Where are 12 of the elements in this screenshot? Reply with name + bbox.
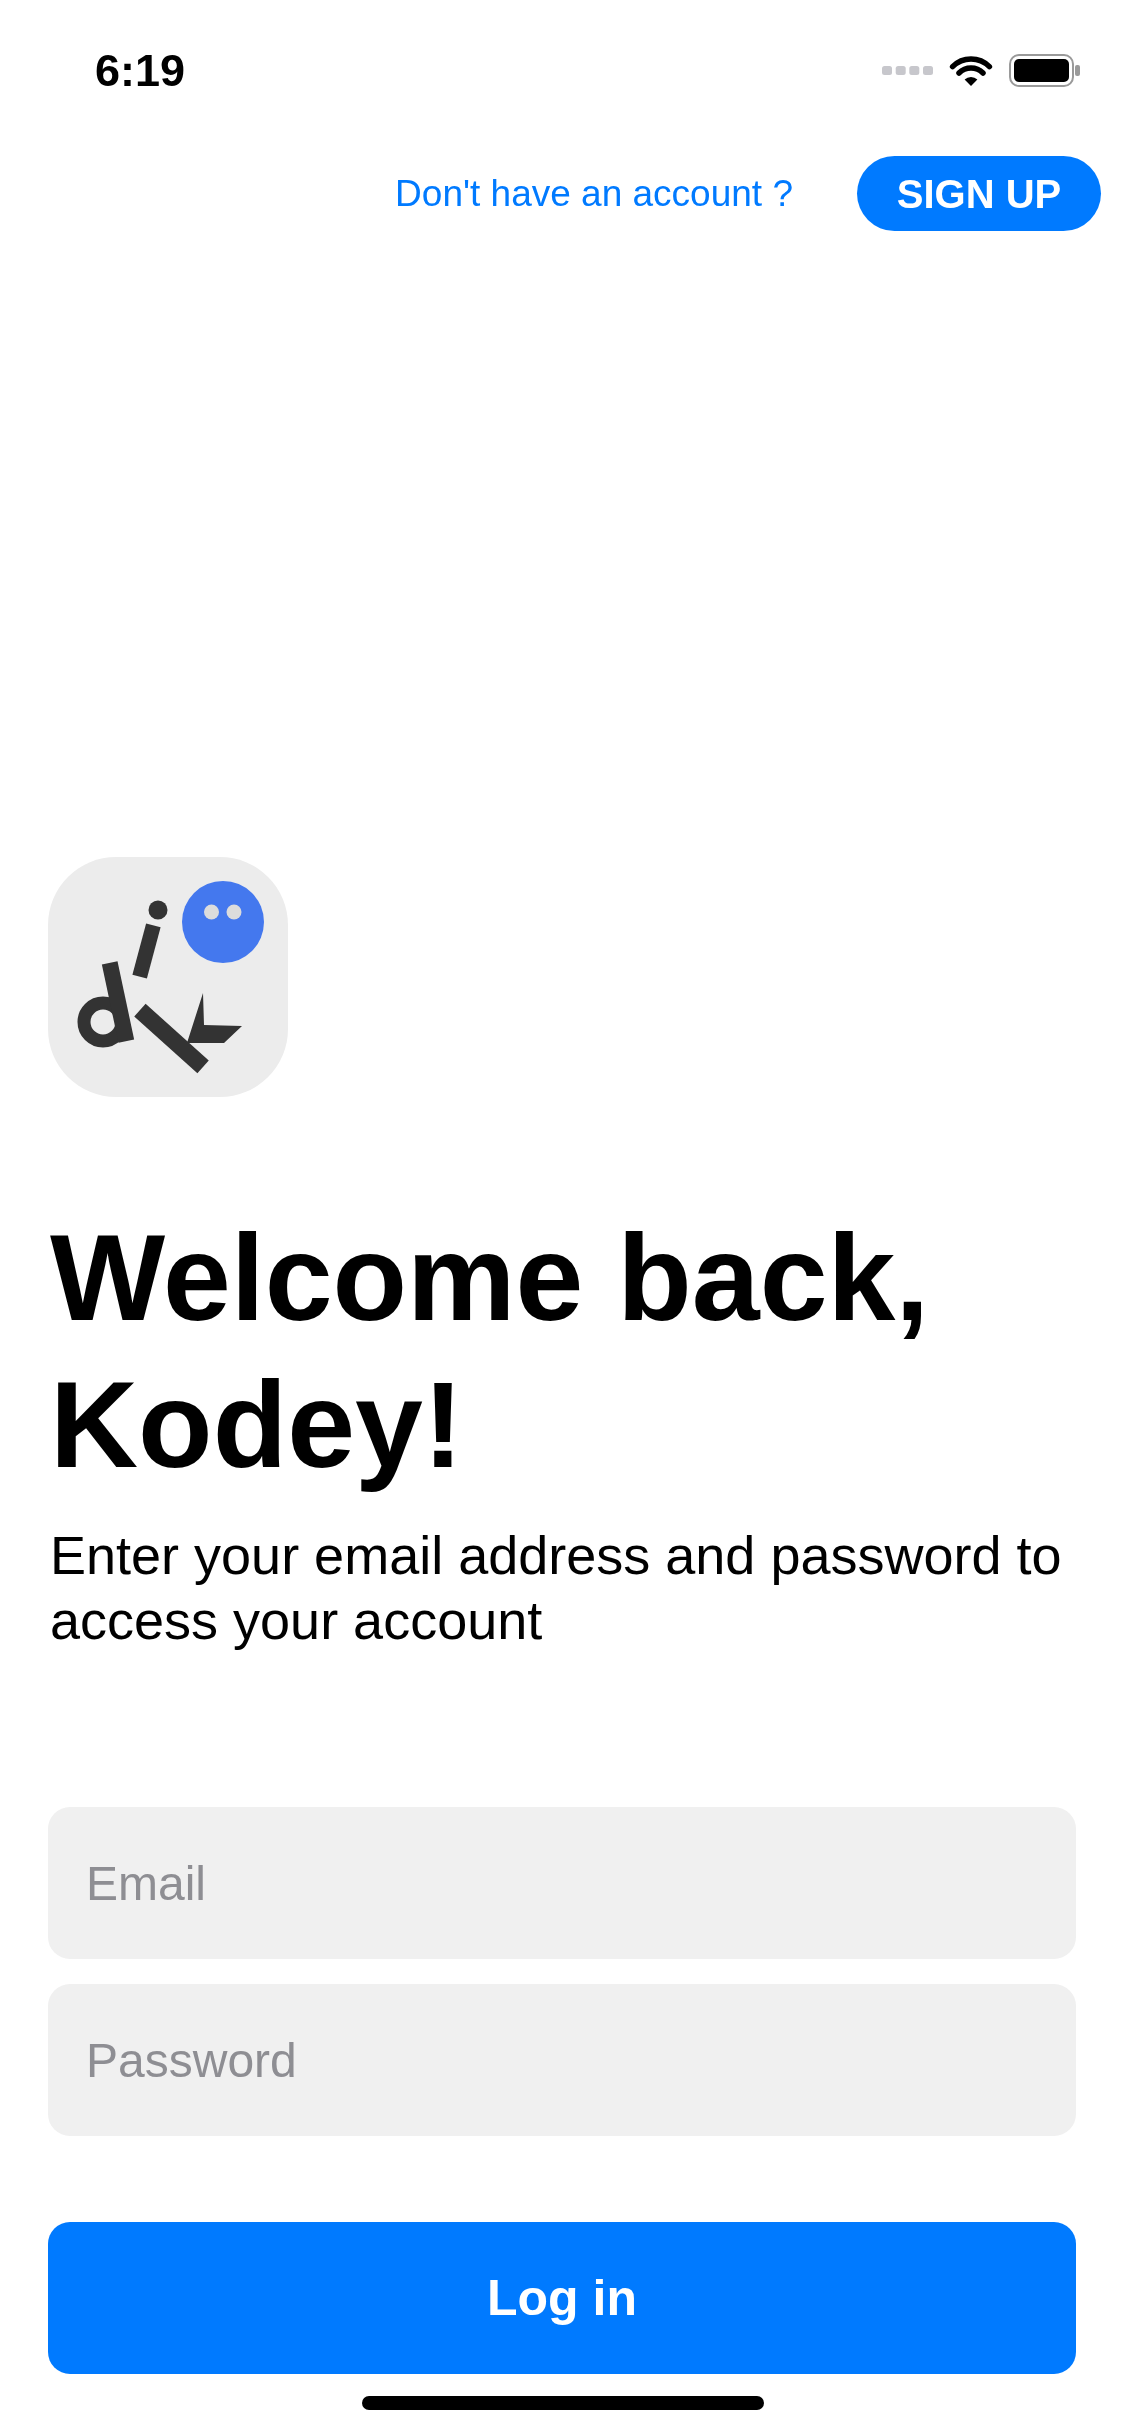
welcome-subtitle: Enter your email address and password to access your account — [50, 1524, 1063, 1652]
signal-icon — [882, 65, 933, 75]
signup-prompt: Don't have an account ? — [395, 175, 793, 212]
input-field[interactable]: Password — [48, 1984, 1076, 2136]
wifi-icon — [948, 53, 994, 87]
input-field[interactable]: Email — [48, 1807, 1076, 1959]
battery-icon — [1009, 53, 1081, 87]
welcome-title: Welcome back, Kodey! — [50, 1209, 931, 1495]
logo-icon — [48, 857, 288, 1097]
status-time: 6:19 — [95, 47, 186, 93]
sign-up-button[interactable]: SIGN UP — [857, 156, 1101, 231]
login-button[interactable]: Log in — [48, 2222, 1076, 2374]
